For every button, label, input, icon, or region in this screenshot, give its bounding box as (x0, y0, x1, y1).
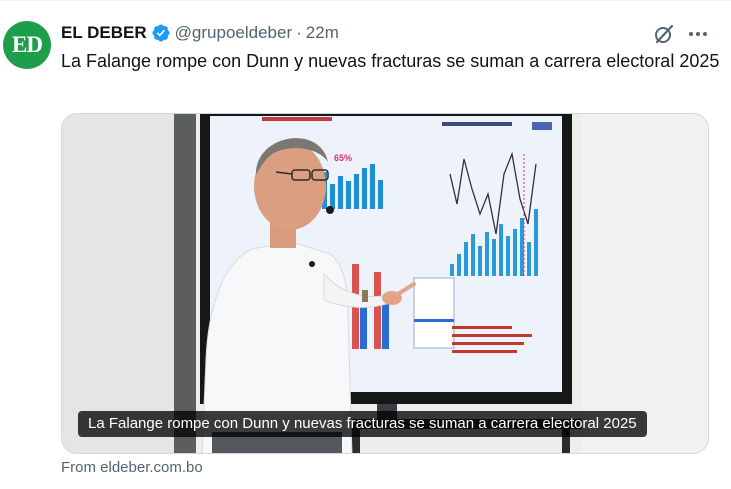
more-icon[interactable] (686, 22, 710, 46)
author-name[interactable]: EL DEBER (61, 23, 147, 43)
verified-badge-icon[interactable] (151, 23, 171, 43)
separator-dot: · (296, 23, 302, 42)
card-source-link[interactable]: From eldeber.com.bo (61, 459, 203, 476)
divider (0, 0, 731, 1)
media-card[interactable]: 65% La Falange rompe con Dunn y nuevas f… (61, 113, 709, 454)
avatar[interactable]: ED (3, 21, 51, 69)
tweet-text: La Falange rompe con Dunn y nuevas fract… (61, 51, 720, 71)
svg-text:65%: 65% (334, 153, 352, 163)
grok-icon[interactable] (652, 22, 676, 46)
timestamp[interactable]: 22m (306, 23, 339, 43)
media-caption: La Falange rompe con Dunn y nuevas fract… (78, 411, 647, 437)
tweet[interactable]: ED EL DEBER @grupoeldeber · 22m La Falan… (0, 0, 731, 489)
author-handle[interactable]: @grupoeldeber (175, 23, 292, 43)
tweet-header: EL DEBER @grupoeldeber · 22m (61, 22, 339, 44)
media-image: 65% (62, 114, 708, 453)
